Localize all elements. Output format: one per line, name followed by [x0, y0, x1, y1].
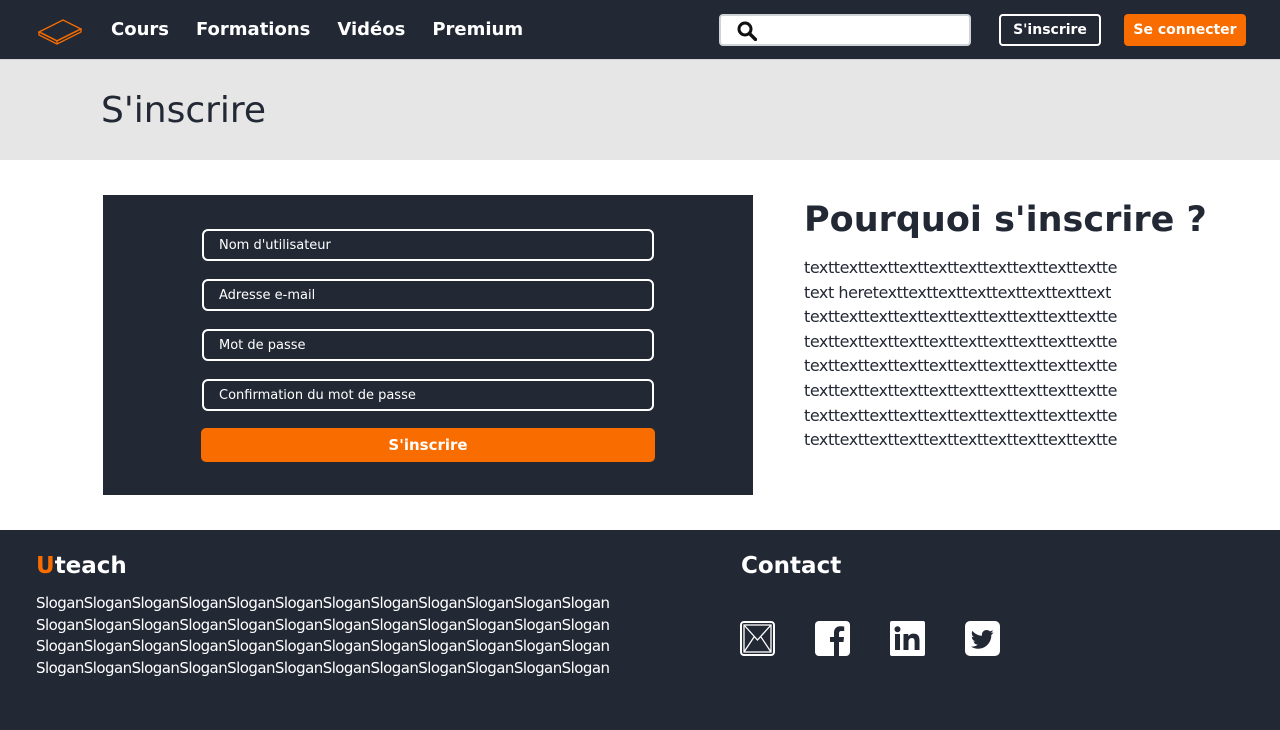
top-navbar: Cours Formations Vidéos Premium S'inscri…: [0, 0, 1280, 59]
confirm-password-field[interactable]: [202, 379, 654, 411]
email-field[interactable]: [202, 279, 654, 311]
brand-initial: U: [36, 553, 55, 579]
nav-item-cours[interactable]: Cours: [111, 18, 169, 42]
why-text-line: texttexttexttexttexttexttexttexttexttext…: [804, 258, 1117, 277]
nav-item-formations[interactable]: Formations: [196, 18, 310, 42]
search-box[interactable]: [719, 14, 971, 46]
nav-item-premium[interactable]: Premium: [432, 18, 523, 42]
contact-title: Contact: [741, 553, 842, 579]
confirm-password-input[interactable]: [204, 381, 652, 409]
mail-icon[interactable]: [740, 621, 775, 656]
brand-name: teach: [54, 553, 127, 579]
signup-form: S'inscrire: [103, 195, 753, 495]
why-text-line: texttexttexttexttexttexttexttexttexttext…: [804, 356, 1117, 376]
footer-slogan: SloganSloganSloganSloganSloganSloganSlog…: [36, 593, 676, 680]
signup-button[interactable]: S'inscrire: [999, 14, 1101, 46]
why-text-line: texttexttexttexttexttexttexttexttexttext…: [804, 380, 1117, 400]
footer-brand: Uteach: [36, 553, 127, 579]
page-title: S'inscrire: [101, 90, 267, 131]
nav-item-videos[interactable]: Vidéos: [337, 18, 405, 42]
username-field[interactable]: [202, 229, 654, 261]
password-input[interactable]: [204, 331, 652, 359]
email-input[interactable]: [204, 281, 652, 309]
main-nav: Cours Formations Vidéos Premium: [111, 18, 550, 42]
why-text-line: texttexttexttexttexttexttexttexttexttext…: [804, 331, 1117, 351]
facebook-icon[interactable]: [815, 621, 850, 656]
footer: Uteach SloganSloganSloganSloganSloganSlo…: [0, 530, 1280, 730]
slogan-line: SloganSloganSloganSloganSloganSloganSlog…: [36, 637, 610, 656]
slogan-line: SloganSloganSloganSloganSloganSloganSlog…: [36, 659, 610, 678]
why-signup-title: Pourquoi s'inscrire ?: [804, 200, 1207, 240]
page-title-band: S'inscrire: [0, 59, 1280, 160]
search-input[interactable]: [765, 20, 963, 42]
username-input[interactable]: [204, 231, 652, 259]
book-logo-icon[interactable]: [37, 12, 83, 46]
why-text-line: texttexttexttexttexttexttexttexttexttext…: [804, 405, 1117, 425]
linkedin-icon[interactable]: [890, 621, 925, 656]
why-signup-text: texttexttexttexttexttexttexttexttexttext…: [804, 256, 1204, 453]
login-button[interactable]: Se connecter: [1124, 14, 1246, 46]
slogan-line: SloganSloganSloganSloganSloganSloganSlog…: [36, 594, 610, 612]
twitter-icon[interactable]: [965, 621, 1000, 656]
why-text-line: texttexttexttexttexttexttexttexttexttext…: [804, 430, 1117, 450]
why-text-line: texttexttexttexttexttexttexttexttexttext…: [804, 307, 1117, 327]
submit-signup-button[interactable]: S'inscrire: [201, 428, 655, 462]
search-icon[interactable]: [737, 21, 757, 41]
slogan-line: SloganSloganSloganSloganSloganSloganSlog…: [36, 615, 610, 634]
why-text-line: text heretexttexttexttexttexttexttexttex…: [804, 282, 1111, 302]
password-field[interactable]: [202, 329, 654, 361]
